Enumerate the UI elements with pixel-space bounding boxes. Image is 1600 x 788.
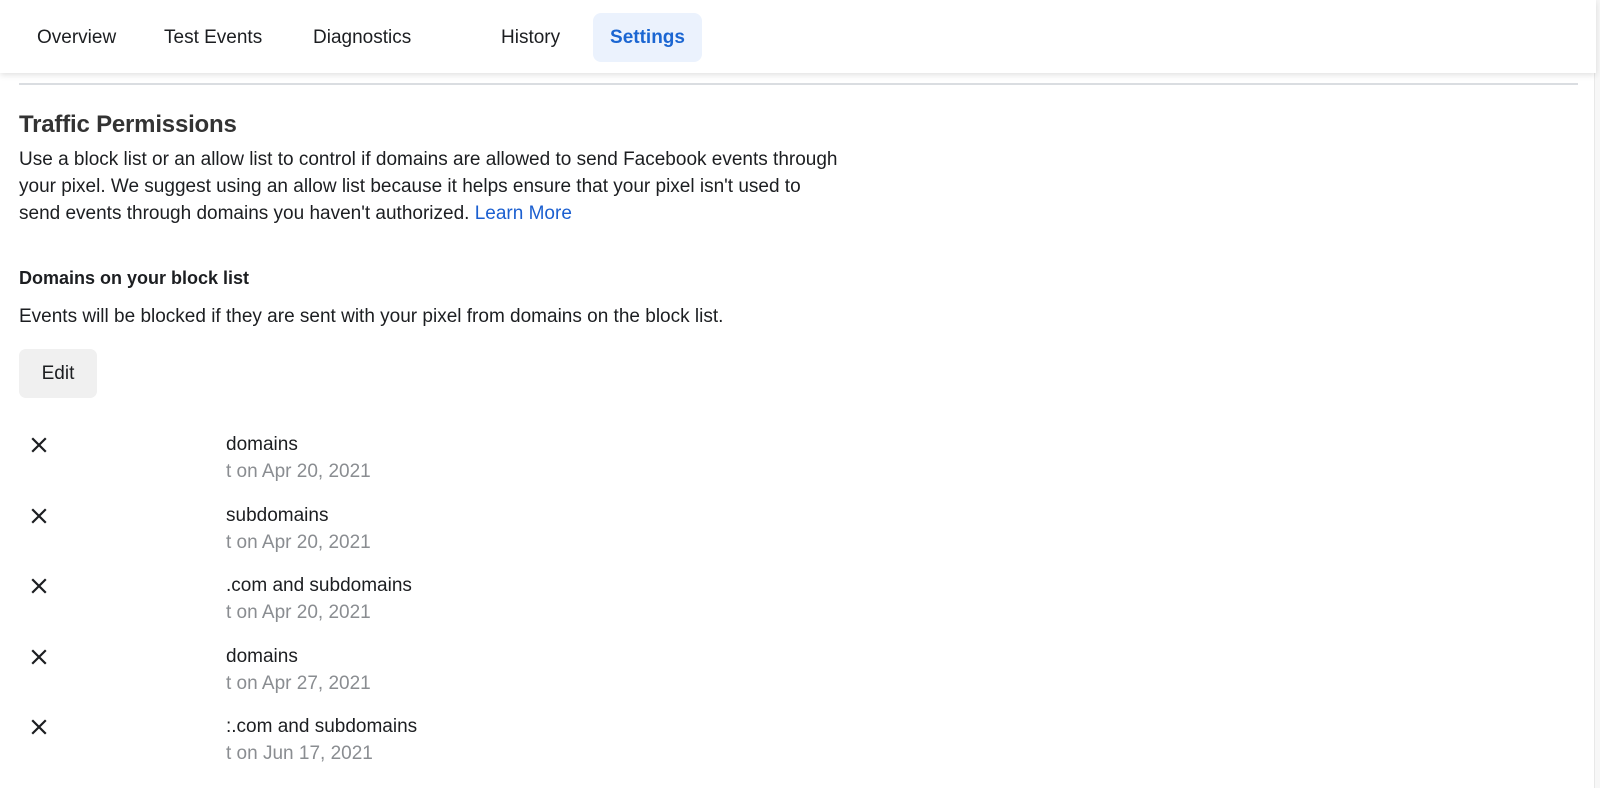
divider bbox=[19, 83, 1578, 85]
list-item: .com and subdomains t on Apr 20, 2021 bbox=[0, 572, 800, 643]
edit-button[interactable]: Edit bbox=[19, 349, 97, 398]
close-icon[interactable] bbox=[29, 647, 49, 667]
domain-name: :.com and subdomains bbox=[226, 716, 418, 737]
page: Overview Test Events Diagnostics History… bbox=[0, 0, 1600, 788]
domain-name: .com and subdomains bbox=[226, 575, 412, 596]
close-icon[interactable] bbox=[29, 717, 49, 737]
block-list-description: Events will be blocked if they are sent … bbox=[19, 306, 724, 327]
tab-overview[interactable]: Overview bbox=[19, 13, 134, 62]
domain-added-date: t on Apr 20, 2021 bbox=[226, 531, 371, 553]
domain-name: domains bbox=[226, 434, 298, 455]
domain-name: subdomains bbox=[226, 504, 329, 526]
scrollbar[interactable] bbox=[1594, 0, 1600, 788]
list-item: domains t on Apr 27, 2021 bbox=[0, 643, 800, 714]
tab-test-events[interactable]: Test Events bbox=[146, 13, 280, 62]
section-description: Use a block list or an allow list to con… bbox=[19, 146, 839, 227]
domain-added-date: t on Apr 20, 2021 bbox=[226, 602, 371, 623]
section-title: Traffic Permissions bbox=[19, 111, 237, 138]
domain-added-date: t on Apr 20, 2021 bbox=[226, 461, 371, 482]
close-icon[interactable] bbox=[29, 506, 49, 526]
tab-diagnostics[interactable]: Diagnostics bbox=[295, 13, 429, 62]
domain-list: domains t on Apr 20, 2021 subdomains t o… bbox=[0, 431, 800, 784]
list-item: domains t on Apr 20, 2021 bbox=[0, 431, 800, 502]
traffic-permissions-section: Traffic Permissions Use a block list or … bbox=[19, 108, 839, 227]
block-list-heading: Domains on your block list bbox=[19, 268, 250, 288]
list-item: :.com and subdomains t on Jun 17, 2021 bbox=[0, 713, 800, 784]
close-icon[interactable] bbox=[29, 435, 49, 455]
domain-name: domains bbox=[226, 645, 298, 667]
domain-added-date: t on Apr 27, 2021 bbox=[226, 672, 371, 694]
close-icon[interactable] bbox=[29, 576, 49, 596]
tab-history[interactable]: History bbox=[483, 13, 578, 62]
tab-settings[interactable]: Settings bbox=[593, 13, 702, 62]
list-item: subdomains t on Apr 20, 2021 bbox=[0, 502, 800, 573]
learn-more-link[interactable]: Learn More bbox=[475, 203, 572, 224]
tab-bar: Overview Test Events Diagnostics History… bbox=[0, 0, 1596, 73]
description-text: Use a block list or an allow list to con… bbox=[19, 149, 838, 224]
domain-added-date: t on Jun 17, 2021 bbox=[226, 743, 373, 764]
